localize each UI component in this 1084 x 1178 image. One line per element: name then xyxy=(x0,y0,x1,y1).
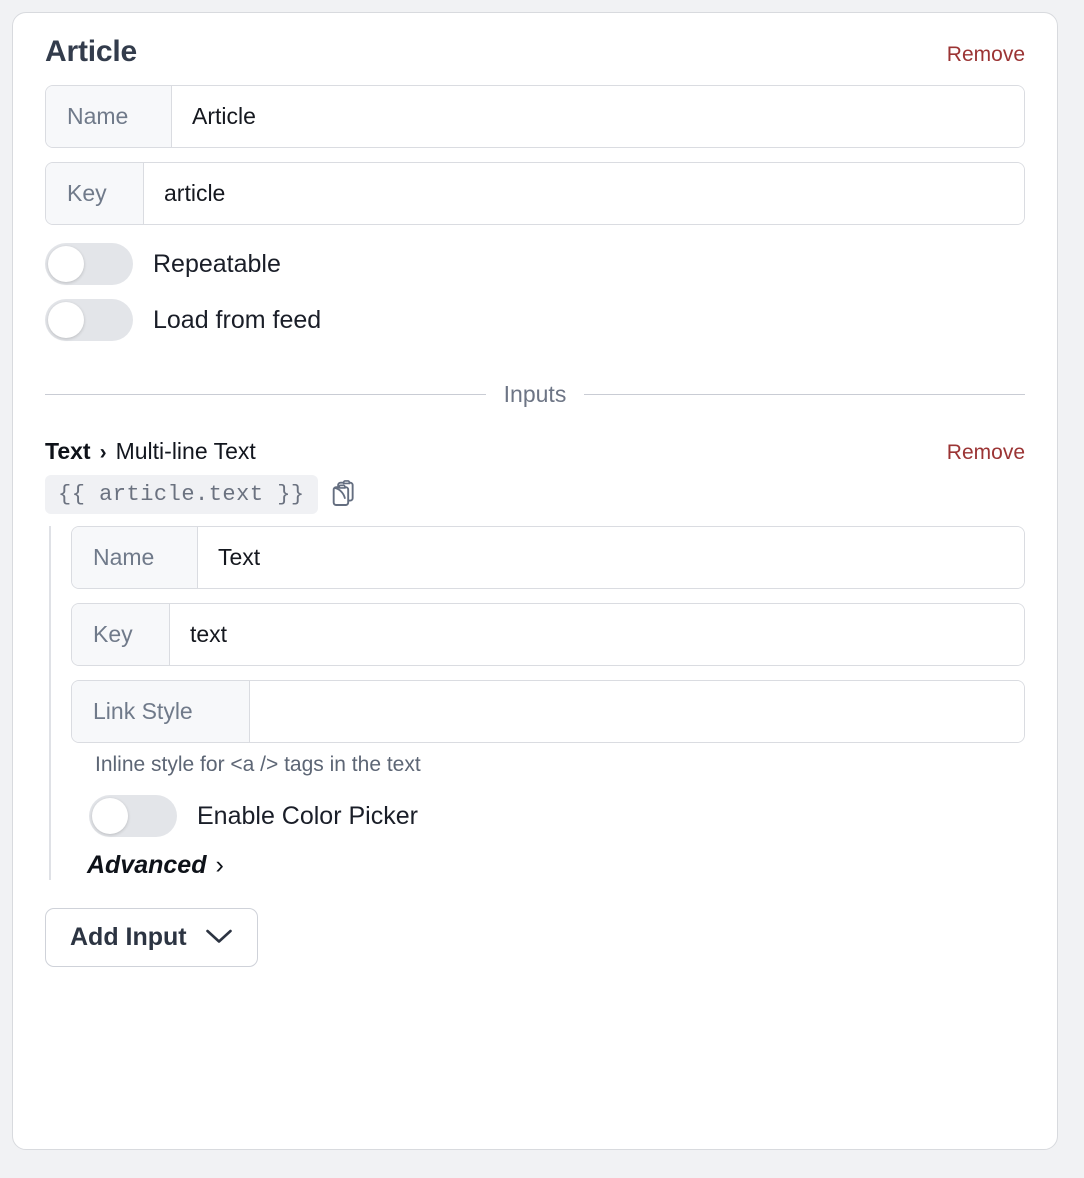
input-kind-label: Multi-line Text xyxy=(115,438,256,464)
add-input-button[interactable]: Add Input xyxy=(45,908,258,967)
card-content: Article Remove Name Key Repeatable Load … xyxy=(13,13,1057,967)
block-key-label: Key xyxy=(46,163,144,224)
enable-color-picker-toggle[interactable] xyxy=(89,795,177,837)
add-input-label: Add Input xyxy=(70,923,187,951)
binding-expression-chip: {{ article.text }} xyxy=(45,475,318,514)
enable-color-picker-label: Enable Color Picker xyxy=(197,801,418,830)
input-name-field-label: Name xyxy=(72,527,198,588)
chevron-right-icon: › xyxy=(215,851,224,879)
load-from-feed-toggle-row[interactable]: Load from feed xyxy=(45,299,1025,341)
input-item-header: Text › Multi-line Text Remove xyxy=(45,438,1025,465)
advanced-label: Advanced xyxy=(87,851,207,879)
enable-color-picker-toggle-row[interactable]: Enable Color Picker xyxy=(89,795,1025,837)
block-name-label: Name xyxy=(46,86,172,147)
divider-rule-right xyxy=(584,394,1025,395)
remove-input-button[interactable]: Remove xyxy=(947,441,1025,465)
load-from-feed-toggle[interactable] xyxy=(45,299,133,341)
input-key-field-label: Key xyxy=(72,604,170,665)
chevron-down-icon xyxy=(205,923,233,952)
load-from-feed-toggle-label: Load from feed xyxy=(153,305,322,334)
input-name-label: Text xyxy=(45,438,91,464)
link-style-field-label: Link Style xyxy=(72,681,250,742)
binding-expression-row: {{ article.text }} xyxy=(45,475,1025,514)
input-key-field[interactable]: Key xyxy=(71,603,1025,666)
repeatable-toggle-row[interactable]: Repeatable xyxy=(45,243,1025,285)
block-name-field[interactable]: Name xyxy=(45,85,1025,148)
remove-block-button[interactable]: Remove xyxy=(947,43,1025,67)
input-item-text: Text › Multi-line Text Remove {{ article… xyxy=(45,438,1025,880)
advanced-toggle-link[interactable]: Advanced › xyxy=(87,851,1025,880)
input-name-input[interactable] xyxy=(198,527,1024,588)
page-title: Article xyxy=(45,35,137,68)
inputs-divider: Inputs xyxy=(45,381,1025,408)
input-key-input[interactable] xyxy=(170,604,1024,665)
block-key-input[interactable] xyxy=(144,163,1024,224)
block-header: Article Remove xyxy=(45,35,1025,69)
block-key-field[interactable]: Key xyxy=(45,162,1025,225)
link-style-field[interactable]: Link Style xyxy=(71,680,1025,743)
input-type-breadcrumb: Text › Multi-line Text xyxy=(45,438,256,465)
input-name-field[interactable]: Name xyxy=(71,526,1025,589)
input-settings-group: Name Key Link Style Inline style for <a … xyxy=(49,526,1025,880)
link-style-hint: Inline style for <a /> tags in the text xyxy=(95,753,421,776)
toggle-knob-icon xyxy=(92,798,128,834)
toggle-knob-icon xyxy=(48,302,84,338)
chevron-right-icon: › xyxy=(99,441,107,464)
repeatable-toggle-label: Repeatable xyxy=(153,249,281,278)
repeatable-toggle[interactable] xyxy=(45,243,133,285)
divider-rule-left xyxy=(45,394,486,395)
inputs-divider-label: Inputs xyxy=(503,381,567,407)
block-name-input[interactable] xyxy=(172,86,1024,147)
link-style-input[interactable] xyxy=(250,681,1024,742)
copy-icon[interactable] xyxy=(330,478,357,512)
article-block-card: Article Remove Name Key Repeatable Load … xyxy=(12,12,1058,1150)
toggle-knob-icon xyxy=(48,246,84,282)
